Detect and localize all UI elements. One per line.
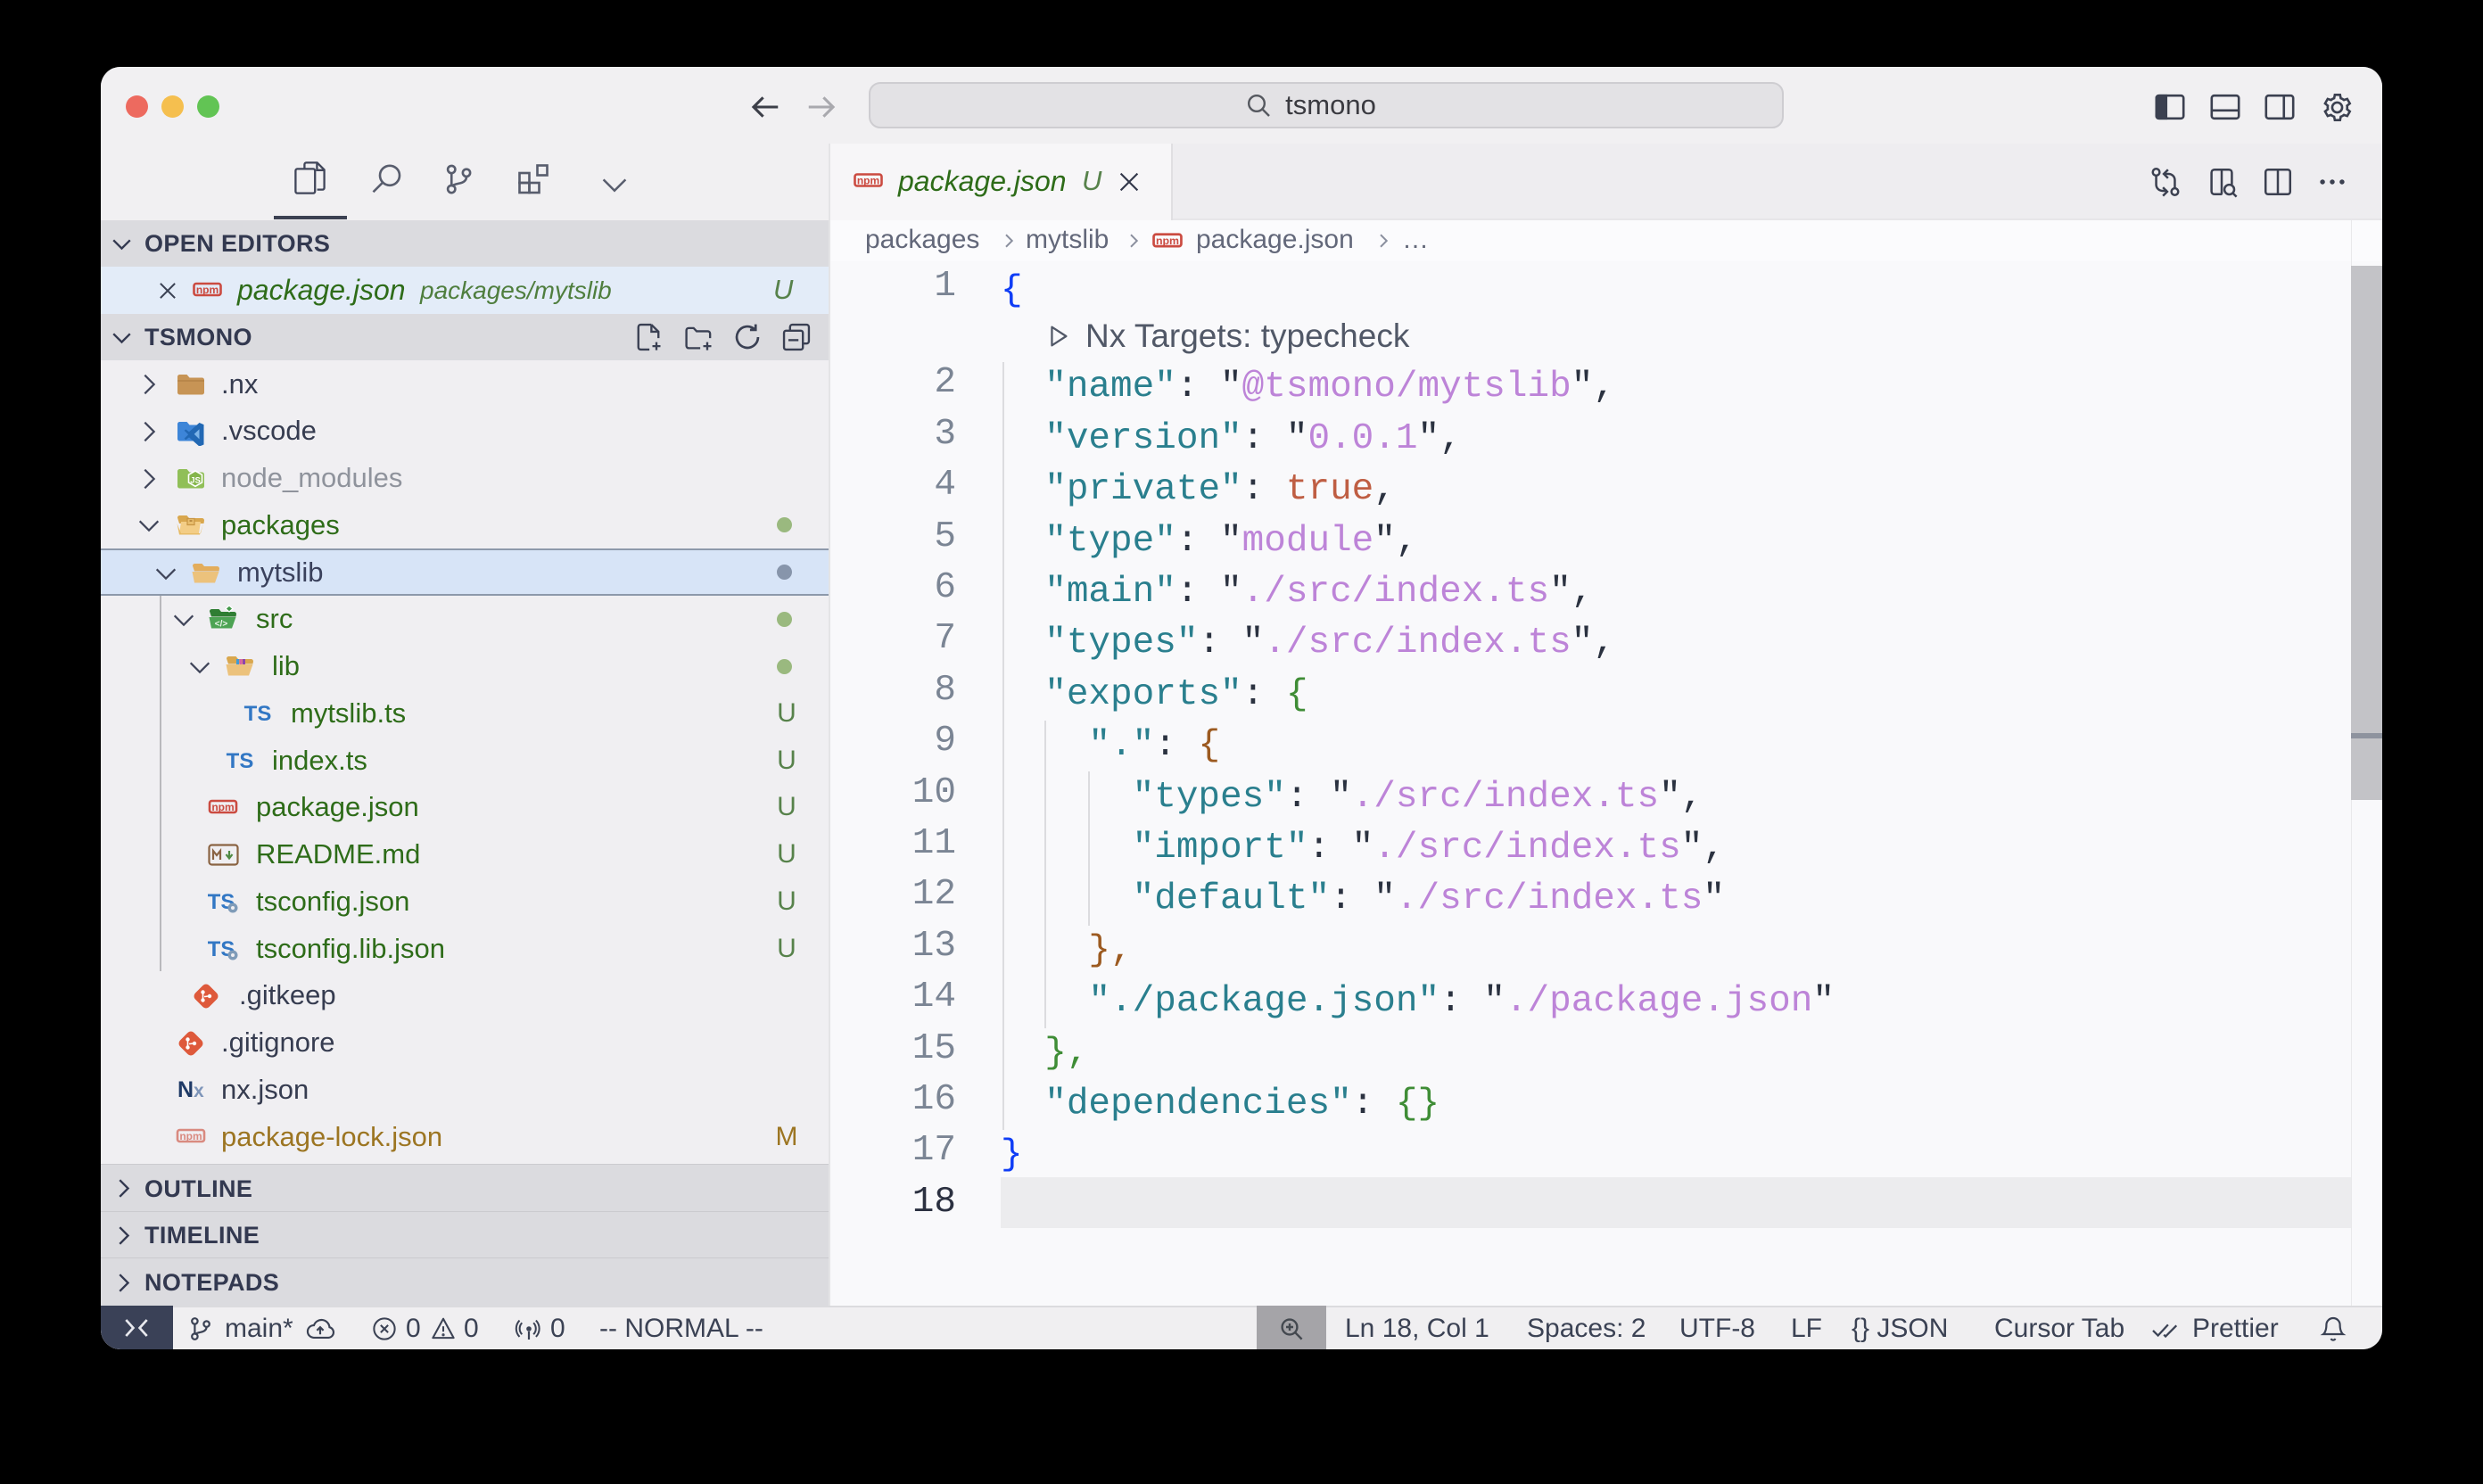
svg-text:npm: npm xyxy=(179,1130,202,1142)
svg-text:TS: TS xyxy=(244,702,272,726)
svg-text:TS: TS xyxy=(227,749,254,773)
svg-text:npm: npm xyxy=(857,174,879,186)
svg-text:npm: npm xyxy=(1156,235,1179,247)
svg-text:JS: JS xyxy=(190,475,201,485)
svg-text:x: x xyxy=(194,1081,204,1101)
svg-text:npm: npm xyxy=(196,284,219,296)
svg-text:</>: </> xyxy=(215,619,228,629)
svg-text:npm: npm xyxy=(211,801,234,813)
svg-text:N: N xyxy=(177,1078,194,1101)
